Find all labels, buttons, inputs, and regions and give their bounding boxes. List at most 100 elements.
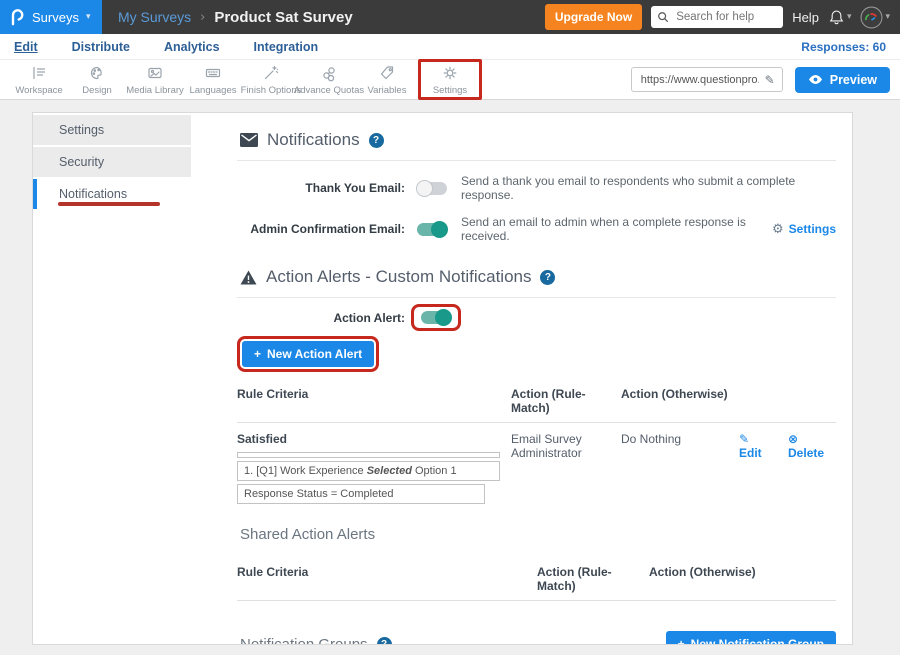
rule-box-empty bbox=[237, 452, 500, 458]
notification-groups-header: Notification Groups ? + New Notification… bbox=[237, 631, 836, 645]
row-actions: ✎ Edit ⊗ Delete bbox=[739, 432, 836, 504]
edit-url-icon[interactable]: ✎ bbox=[765, 73, 775, 87]
admin-email-settings-link[interactable]: Settings bbox=[789, 222, 836, 236]
notifications-bell-menu[interactable]: ▾ bbox=[828, 9, 852, 26]
settings-sidebar: Settings Security Notifications bbox=[33, 113, 191, 644]
toolbar-label: Workspace bbox=[15, 85, 62, 96]
toolbar-item-design[interactable]: Design bbox=[68, 64, 126, 96]
toolbar-item-workspace[interactable]: Workspace bbox=[10, 64, 68, 96]
sidebar-item-label: Security bbox=[59, 155, 104, 169]
rule-box-1: 1. [Q1] Work Experience Selected Option … bbox=[237, 461, 500, 481]
tab-integration[interactable]: Integration bbox=[254, 40, 319, 54]
help-icon[interactable]: ? bbox=[540, 270, 555, 285]
column-action-rule-match: Action (Rule-Match) bbox=[537, 565, 649, 593]
tag-icon bbox=[378, 64, 396, 82]
breadcrumb-current-survey: Product Sat Survey bbox=[214, 9, 352, 26]
section-title-notifications: Notifications bbox=[267, 130, 360, 150]
tab-analytics[interactable]: Analytics bbox=[164, 40, 220, 54]
linked-rings-icon bbox=[320, 64, 338, 82]
notifications-section-header: Notifications ? bbox=[237, 128, 836, 152]
red-underline-annotation bbox=[58, 202, 160, 206]
edit-alert-link[interactable]: ✎ Edit bbox=[739, 432, 774, 460]
rule-operator: Selected bbox=[367, 465, 412, 477]
toolbar-item-finish-options[interactable]: Finish Options bbox=[242, 64, 300, 96]
sidebar-item-security[interactable]: Security bbox=[33, 147, 191, 177]
magic-wand-icon bbox=[262, 64, 280, 82]
image-icon bbox=[146, 64, 164, 82]
toolbar-label: Design bbox=[82, 85, 112, 96]
tab-edit[interactable]: Edit bbox=[14, 40, 38, 54]
rule-text: Option 1 bbox=[412, 465, 457, 477]
help-search-input[interactable] bbox=[674, 10, 777, 24]
toolbar-label: Languages bbox=[189, 85, 236, 96]
shared-alerts-table-header: Rule Criteria Action (Rule-Match) Action… bbox=[237, 557, 836, 601]
toolbar-label: Finish Options bbox=[241, 85, 302, 96]
product-menu[interactable]: Surveys ▾ bbox=[0, 0, 102, 34]
sidebar-item-notifications[interactable]: Notifications bbox=[33, 179, 191, 209]
toolbar-item-media-library[interactable]: Media Library bbox=[126, 64, 184, 96]
sidebar-item-label: Settings bbox=[59, 123, 104, 137]
plus-icon: + bbox=[678, 637, 685, 645]
settings-panel: Settings Security Notifications Notifica… bbox=[32, 112, 853, 645]
delete-circle-icon: ⊗ bbox=[788, 432, 798, 446]
red-box-annotation bbox=[411, 304, 461, 331]
toggle-knob bbox=[435, 309, 452, 326]
toolbar-item-advance-quotas[interactable]: Advance Quotas bbox=[300, 64, 358, 96]
gear-icon bbox=[441, 64, 459, 82]
sidebar-item-label: Notifications bbox=[59, 187, 127, 201]
account-menu[interactable]: ▾ bbox=[860, 6, 890, 29]
action-alert-table-row: Satisfied 1. [Q1] Work Experience Select… bbox=[237, 423, 836, 504]
eye-icon bbox=[808, 74, 823, 85]
header-actions: Upgrade Now Help ▾ ▾ bbox=[545, 4, 900, 30]
red-box-annotation: + New Action Alert bbox=[237, 336, 379, 372]
action-rule-match-cell: Email Survey Administrator bbox=[511, 432, 606, 504]
workspace-icon bbox=[30, 64, 48, 82]
survey-nav: Edit Distribute Analytics Integration Re… bbox=[0, 34, 900, 60]
content-background: Settings Security Notifications Notifica… bbox=[0, 100, 900, 655]
section-divider bbox=[237, 160, 836, 161]
thank-you-email-row: Thank You Email: Send a thank you email … bbox=[237, 174, 836, 202]
tab-distribute[interactable]: Distribute bbox=[72, 40, 130, 54]
column-rule-criteria: Rule Criteria bbox=[237, 387, 511, 415]
new-notification-group-button[interactable]: + New Notification Group bbox=[666, 631, 836, 645]
toolbar-item-settings[interactable]: Settings bbox=[421, 64, 479, 96]
admin-confirmation-email-toggle[interactable] bbox=[417, 223, 447, 236]
edit-pencil-icon: ✎ bbox=[739, 432, 749, 446]
chevron-down-icon: ▾ bbox=[847, 12, 852, 22]
survey-url-input[interactable] bbox=[639, 73, 761, 87]
delete-label: Delete bbox=[788, 446, 824, 460]
preview-label: Preview bbox=[830, 73, 877, 87]
survey-url-box: ✎ bbox=[631, 67, 783, 92]
rule-criteria-cell: Satisfied 1. [Q1] Work Experience Select… bbox=[237, 432, 511, 504]
toolbar-item-languages[interactable]: Languages bbox=[184, 64, 242, 96]
breadcrumb-my-surveys[interactable]: My Surveys bbox=[118, 9, 191, 25]
action-alert-toggle[interactable] bbox=[421, 311, 451, 324]
toolbar-label: Advance Quotas bbox=[294, 85, 364, 96]
help-icon[interactable]: ? bbox=[377, 637, 392, 646]
help-link[interactable]: Help bbox=[792, 10, 819, 25]
column-action-rule-match: Action (Rule-Match) bbox=[511, 387, 621, 415]
questionpro-logo-icon bbox=[9, 7, 25, 27]
settings-highlight-annotation: Settings bbox=[418, 59, 482, 100]
help-icon[interactable]: ? bbox=[369, 133, 384, 148]
new-action-alert-button[interactable]: + New Action Alert bbox=[242, 341, 374, 367]
thank-you-email-toggle[interactable] bbox=[417, 182, 447, 195]
avatar bbox=[860, 6, 883, 29]
edit-toolbar: Workspace Design Media Library Languages… bbox=[0, 60, 900, 100]
preview-button[interactable]: Preview bbox=[795, 67, 890, 93]
rule-box-2: Response Status = Completed bbox=[237, 484, 485, 504]
sidebar-item-settings[interactable]: Settings bbox=[33, 115, 191, 145]
toolbar-label: Settings bbox=[433, 85, 467, 96]
help-search-box[interactable] bbox=[651, 6, 783, 28]
upgrade-now-button[interactable]: Upgrade Now bbox=[545, 4, 642, 30]
shared-action-alerts-title: Shared Action Alerts bbox=[237, 526, 836, 543]
envelope-icon bbox=[240, 133, 258, 147]
delete-alert-link[interactable]: ⊗ Delete bbox=[788, 432, 836, 460]
responses-count[interactable]: Responses: 60 bbox=[801, 40, 886, 54]
action-alerts-section-header: Action Alerts - Custom Notifications ? bbox=[237, 265, 836, 289]
toolbar-item-variables[interactable]: Variables bbox=[358, 64, 416, 96]
plus-icon: + bbox=[254, 347, 261, 361]
action-alert-label: Action Alert: bbox=[237, 311, 405, 325]
column-action-otherwise: Action (Otherwise) bbox=[621, 387, 739, 415]
action-alerts-table-header: Rule Criteria Action (Rule-Match) Action… bbox=[237, 379, 836, 423]
